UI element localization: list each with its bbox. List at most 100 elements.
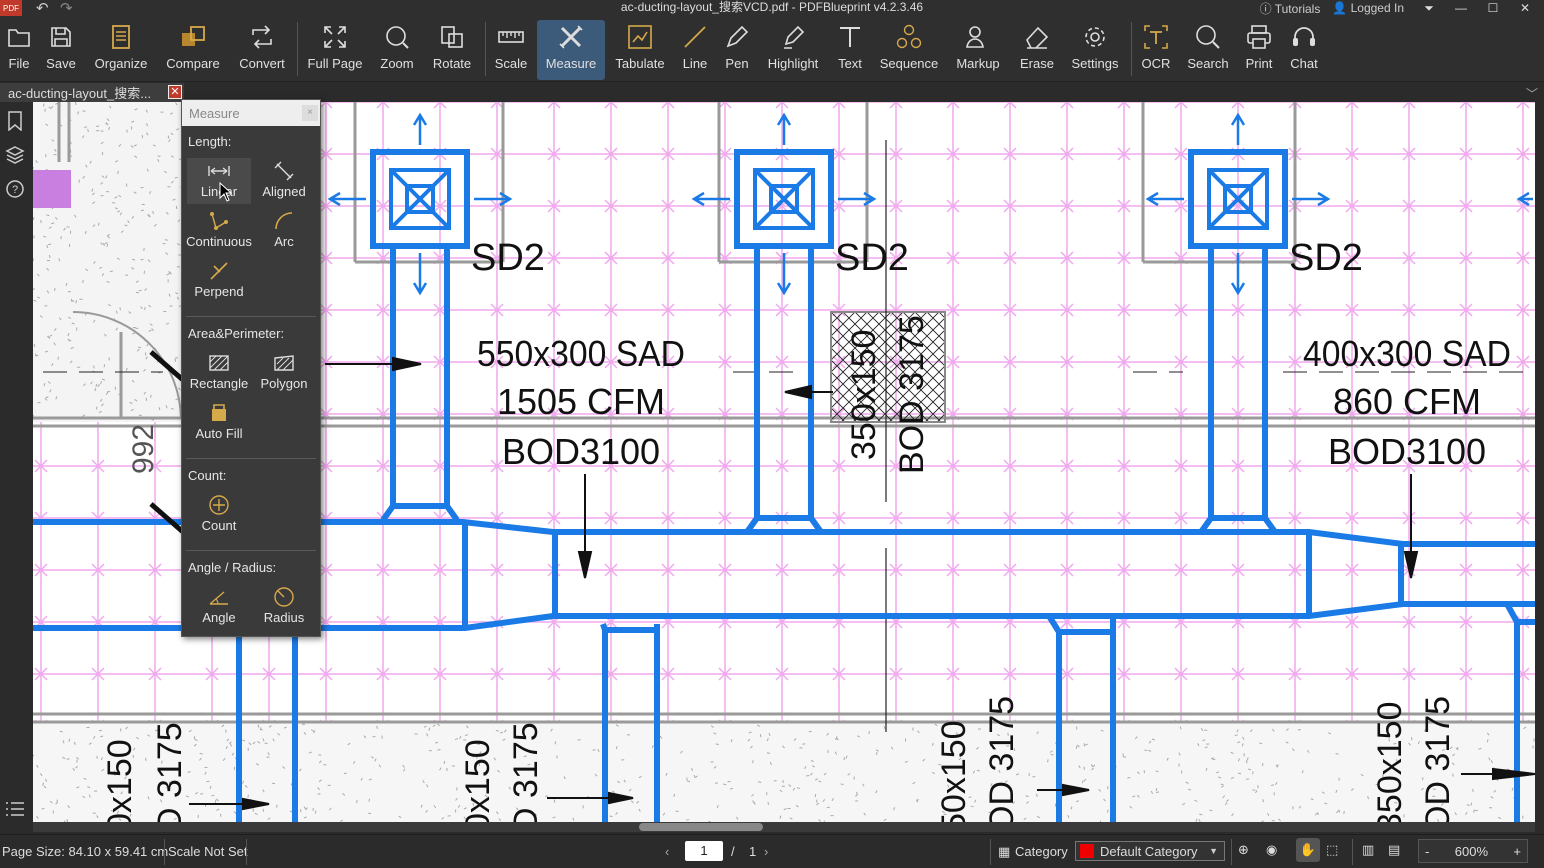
line-button[interactable]: Line	[680, 20, 710, 80]
next-page-icon[interactable]: ›	[764, 844, 768, 859]
chevron-down-icon[interactable]: ﹀	[1526, 85, 1538, 102]
single-page-icon[interactable]: ▤	[1388, 842, 1400, 858]
pen-icon	[724, 20, 750, 54]
duct-bod-left: BOD3100	[502, 431, 660, 472]
markup-icon	[965, 20, 991, 54]
document-tab[interactable]: ac-ducting-layout_搜索... ✕	[0, 83, 184, 102]
print-button[interactable]: Print	[1242, 20, 1276, 80]
eye-icon[interactable]: ◉	[1266, 842, 1277, 858]
convert-icon	[249, 20, 275, 54]
dimension-label: 992	[127, 424, 160, 474]
aligned-tool[interactable]: Aligned	[252, 158, 316, 204]
angle-tool[interactable]: Angle	[187, 584, 251, 630]
count-tool[interactable]: Count	[187, 492, 251, 538]
two-page-icon[interactable]: ▥	[1362, 842, 1374, 858]
measure-panel-header[interactable]: Measure ×	[182, 100, 320, 126]
select-icon[interactable]: ⬚	[1326, 842, 1338, 858]
count-heading: Count:	[188, 468, 227, 483]
text-icon	[837, 20, 863, 54]
zoom-out-button[interactable]: -	[1425, 844, 1429, 859]
page-total: 1	[749, 844, 757, 859]
minimize-icon[interactable]: —	[1448, 1, 1474, 15]
title-bar: PDF ↶ ↷ ac-ducting-layout_搜索VCD.pdf - PD…	[0, 0, 1544, 17]
perpend-tool[interactable]: Perpend	[187, 258, 251, 304]
page-number-input[interactable]: 1	[685, 841, 723, 861]
help-icon[interactable]: ?	[4, 178, 26, 200]
duct-bod-right: BOD3100	[1328, 431, 1486, 472]
ocr-icon	[1143, 20, 1169, 54]
save-button[interactable]: Save	[46, 20, 76, 80]
gear-icon	[1082, 20, 1108, 54]
measure-button[interactable]: Measure	[537, 20, 605, 80]
category-label: Category	[1015, 844, 1068, 859]
perpendicular-icon	[208, 258, 230, 284]
highlight-button[interactable]: Highlight	[764, 20, 822, 80]
zoom-in-icon[interactable]: ⊕	[1238, 842, 1249, 858]
settings-button[interactable]: Settings	[1068, 20, 1122, 80]
pan-hand-icon[interactable]: ✋	[1296, 838, 1320, 862]
tutorials-link[interactable]: ⓘ Tutorials	[1260, 0, 1327, 17]
zoom-icon	[384, 20, 410, 54]
horizontal-scrollbar[interactable]	[33, 822, 1535, 832]
duct-cfm-left: 1505 CFM	[497, 381, 665, 422]
arc-tool[interactable]: Arc	[252, 208, 316, 254]
ocr-button[interactable]: OCR	[1140, 20, 1172, 80]
radius-icon	[273, 584, 295, 610]
bottom-size-a: 0x150	[101, 739, 139, 822]
category-color-swatch	[1080, 844, 1094, 858]
text-button[interactable]: Text	[834, 20, 866, 80]
list-icon[interactable]	[4, 798, 26, 820]
diffuser-tag-1: SD2	[471, 237, 545, 279]
chevron-down-icon: ▼	[1209, 846, 1218, 856]
scale-button[interactable]: Scale	[493, 20, 529, 80]
convert-button[interactable]: Convert	[236, 20, 288, 80]
tabulate-button[interactable]: Tabulate	[612, 20, 668, 80]
zoom-in-button[interactable]: +	[1513, 844, 1521, 859]
polygon-tool[interactable]: Polygon	[252, 350, 316, 396]
category-select[interactable]: Default Category ▼	[1075, 841, 1225, 861]
close-window-icon[interactable]: ✕	[1512, 1, 1538, 15]
bottom-bod-c: OD 3175	[983, 696, 1021, 822]
close-icon[interactable]: ×	[302, 105, 318, 121]
zoom-level[interactable]: 600%	[1455, 844, 1488, 859]
duct-size-right: 400x300 SAD	[1303, 333, 1511, 374]
prev-page-icon[interactable]: ‹	[665, 844, 669, 859]
full-page-button[interactable]: Full Page	[306, 20, 364, 80]
measure-icon	[558, 20, 584, 54]
bottom-size-b: 0x150	[459, 739, 497, 822]
riser-size-label: 350x150	[845, 330, 883, 460]
rotate-button[interactable]: Rotate	[430, 20, 474, 80]
erase-button[interactable]: Erase	[1016, 20, 1058, 80]
radius-tool[interactable]: Radius	[252, 584, 316, 630]
sequence-button[interactable]: Sequence	[878, 20, 940, 80]
eraser-icon	[1024, 20, 1050, 54]
linear-measure-icon	[207, 158, 231, 184]
menu-dropdown-icon[interactable]: ⏷	[1416, 1, 1442, 16]
bookmark-icon[interactable]	[4, 110, 26, 132]
diffuser-tag-3: SD2	[1289, 237, 1363, 279]
compare-button[interactable]: Compare	[163, 20, 223, 80]
rectangle-tool[interactable]: Rectangle	[187, 350, 251, 396]
close-tab-icon[interactable]: ✕	[168, 85, 182, 99]
scale-status[interactable]: Scale Not Set	[168, 844, 248, 859]
pen-button[interactable]: Pen	[722, 20, 752, 80]
rotate-icon	[439, 20, 465, 54]
search-button[interactable]: Search	[1186, 20, 1230, 80]
highlighter-icon	[780, 20, 806, 54]
left-sidebar: ?	[0, 102, 30, 832]
save-icon	[49, 20, 73, 54]
continuous-tool[interactable]: Continuous	[186, 208, 252, 254]
organize-button[interactable]: Organize	[92, 20, 150, 80]
paint-bucket-icon	[208, 400, 230, 426]
maximize-icon[interactable]: ☐	[1480, 1, 1506, 15]
markup-button[interactable]: Markup	[952, 20, 1004, 80]
account-link[interactable]: 👤 Logged In	[1332, 1, 1410, 15]
file-button[interactable]: File	[4, 20, 34, 80]
bottom-bod-d: OD 3175	[1419, 696, 1457, 822]
auto-fill-tool[interactable]: Auto Fill	[187, 400, 251, 446]
chat-button[interactable]: Chat	[1288, 20, 1320, 80]
tabulate-icon	[627, 20, 653, 54]
scrollbar-thumb[interactable]	[639, 823, 763, 831]
zoom-button[interactable]: Zoom	[378, 20, 416, 80]
layers-icon[interactable]	[4, 144, 26, 166]
